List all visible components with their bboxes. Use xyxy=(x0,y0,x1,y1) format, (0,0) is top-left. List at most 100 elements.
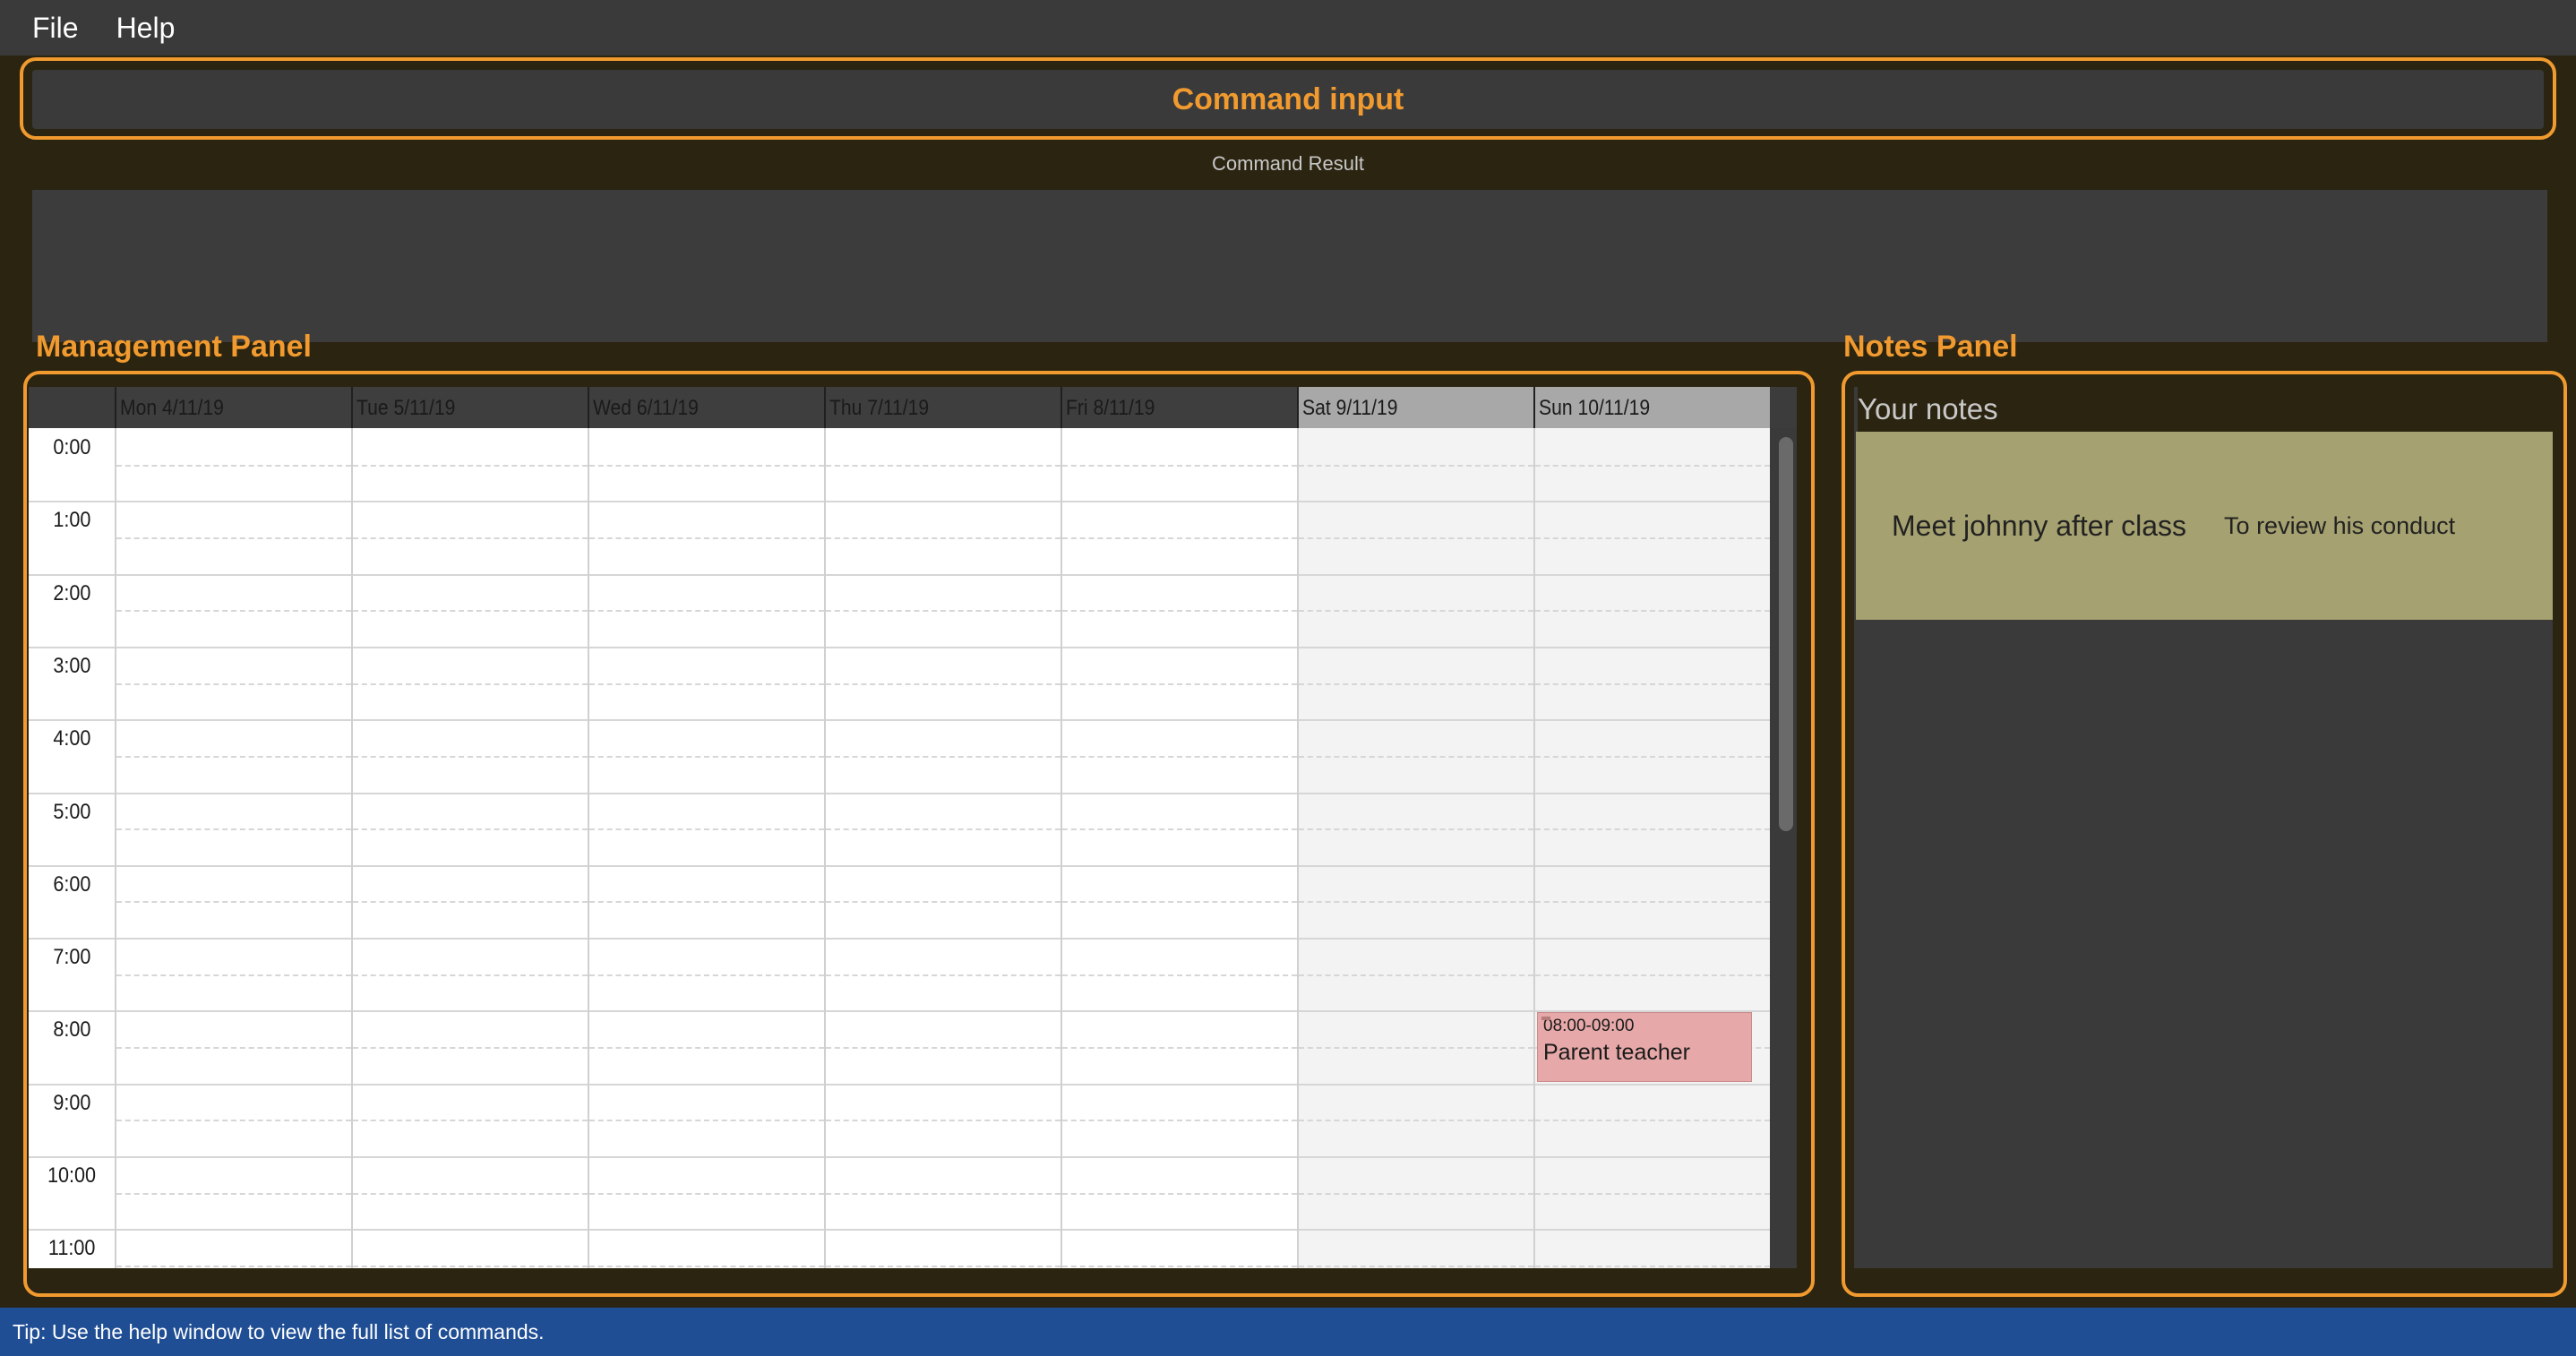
command-box: Command input xyxy=(20,57,2556,140)
day-header-label: Tue 5/11/19 xyxy=(356,396,456,420)
time-label-text: 2:00 xyxy=(52,580,91,605)
hour-gridline xyxy=(116,1083,351,1086)
menu-file[interactable]: File xyxy=(32,12,79,45)
hour-gridline xyxy=(1299,1156,1533,1158)
hour-gridline xyxy=(1535,646,1770,648)
calendar-grid: 0:00 1:00 2:00 3:00 4:00 5:00 6:00 7:00 8:00 9:00… xyxy=(29,428,1797,1268)
half-hour-gridline xyxy=(1535,974,1770,976)
half-hour-gridline xyxy=(353,1120,588,1122)
hour-gridline xyxy=(353,501,588,503)
day-column[interactable] xyxy=(115,428,351,1268)
hour-gridline xyxy=(1062,719,1297,722)
hour-gridline xyxy=(826,938,1060,940)
hour-gridline xyxy=(1535,1083,1770,1086)
hour-gridline xyxy=(1535,792,1770,794)
half-hour-gridline xyxy=(116,536,351,539)
half-hour-gridline xyxy=(1062,1047,1297,1050)
day-header: Thu 7/11/19 xyxy=(824,387,1060,428)
time-label: 11:00 xyxy=(29,1236,115,1261)
half-hour-gridline xyxy=(1062,828,1297,831)
hour-gridline xyxy=(589,792,824,794)
day-column[interactable] xyxy=(824,428,1060,1268)
half-hour-gridline xyxy=(353,901,588,904)
half-hour-gridline xyxy=(116,755,351,758)
hour-gridline xyxy=(826,573,1060,576)
day-column[interactable] xyxy=(351,428,588,1268)
command-input[interactable]: Command input xyxy=(32,70,2544,129)
time-label: 2:00 xyxy=(29,581,115,606)
time-label-text: 7:00 xyxy=(52,945,91,970)
hour-gridline xyxy=(1062,864,1297,867)
half-hour-gridline xyxy=(1299,1265,1533,1267)
notes-panel-title: Notes Panel xyxy=(1843,330,2018,364)
time-label: 5:00 xyxy=(29,800,115,825)
event-time: 08:00-09:00 xyxy=(1543,1017,1635,1036)
hour-gridline xyxy=(826,501,1060,503)
hour-gridline xyxy=(1299,792,1533,794)
half-hour-gridline xyxy=(826,974,1060,976)
half-hour-gridline xyxy=(1062,682,1297,685)
event-title: Parent teacher xyxy=(1543,1040,1690,1066)
day-header: Sun 10/11/19 xyxy=(1533,387,1770,428)
half-hour-gridline xyxy=(1535,610,1770,613)
half-hour-gridline xyxy=(826,1120,1060,1122)
hour-gridline xyxy=(1535,501,1770,503)
event-marker xyxy=(1541,1017,1550,1021)
hour-gridline xyxy=(589,1083,824,1086)
hour-gridline xyxy=(353,1010,588,1013)
half-hour-gridline xyxy=(1299,610,1533,613)
scrollbar-thumb[interactable] xyxy=(1779,437,1793,831)
time-label: 6:00 xyxy=(29,872,115,897)
hour-gridline xyxy=(826,864,1060,867)
calendar-event[interactable]: 08:00-09:00 Parent teacher xyxy=(1537,1012,1752,1082)
hour-gridline xyxy=(353,864,588,867)
half-hour-gridline xyxy=(826,1047,1060,1050)
note-description: To review his conduct xyxy=(2224,511,2456,539)
note-card[interactable]: Meet johnny after class To review his co… xyxy=(1856,432,2553,620)
hour-gridline xyxy=(29,1010,115,1013)
hour-gridline xyxy=(826,1010,1060,1013)
hour-gridline xyxy=(1299,938,1533,940)
hour-gridline xyxy=(1535,573,1770,576)
hour-gridline xyxy=(826,719,1060,722)
hour-gridline xyxy=(1062,1010,1297,1013)
half-hour-gridline xyxy=(353,828,588,831)
day-column[interactable] xyxy=(588,428,824,1268)
hour-gridline xyxy=(116,792,351,794)
half-hour-gridline xyxy=(353,610,588,613)
half-hour-gridline xyxy=(1299,901,1533,904)
half-hour-gridline xyxy=(589,974,824,976)
day-column[interactable] xyxy=(1060,428,1297,1268)
half-hour-gridline xyxy=(589,828,824,831)
time-label-text: 1:00 xyxy=(52,508,91,533)
time-label-text: 5:00 xyxy=(52,799,91,824)
status-tip: Tip: Use the help window to view the ful… xyxy=(13,1320,545,1343)
day-column[interactable] xyxy=(1297,428,1533,1268)
calendar-scrollbar[interactable] xyxy=(1770,428,1797,1268)
hour-gridline xyxy=(29,573,115,576)
hour-gridline xyxy=(29,1083,115,1086)
hour-gridline xyxy=(589,1010,824,1013)
hour-gridline xyxy=(116,719,351,722)
half-hour-gridline xyxy=(1062,1120,1297,1122)
menu-help[interactable]: Help xyxy=(116,12,176,45)
hour-gridline xyxy=(29,1229,115,1232)
time-label: 7:00 xyxy=(29,945,115,970)
day-header-label: Wed 6/11/19 xyxy=(593,396,699,420)
half-hour-gridline xyxy=(1299,974,1533,976)
time-label-text: 3:00 xyxy=(52,653,91,678)
half-hour-gridline xyxy=(1535,1265,1770,1267)
hour-gridline xyxy=(29,1156,115,1158)
hour-gridline xyxy=(1062,1083,1297,1086)
half-hour-gridline xyxy=(353,1265,588,1267)
day-column[interactable] xyxy=(1533,428,1770,1268)
hour-gridline xyxy=(116,864,351,867)
half-hour-gridline xyxy=(1299,464,1533,467)
hour-gridline xyxy=(1299,719,1533,722)
hour-gridline xyxy=(116,1156,351,1158)
day-header: Wed 6/11/19 xyxy=(588,387,824,428)
hour-gridline xyxy=(353,938,588,940)
half-hour-gridline xyxy=(116,464,351,467)
hour-gridline xyxy=(826,1156,1060,1158)
half-hour-gridline xyxy=(1299,682,1533,685)
